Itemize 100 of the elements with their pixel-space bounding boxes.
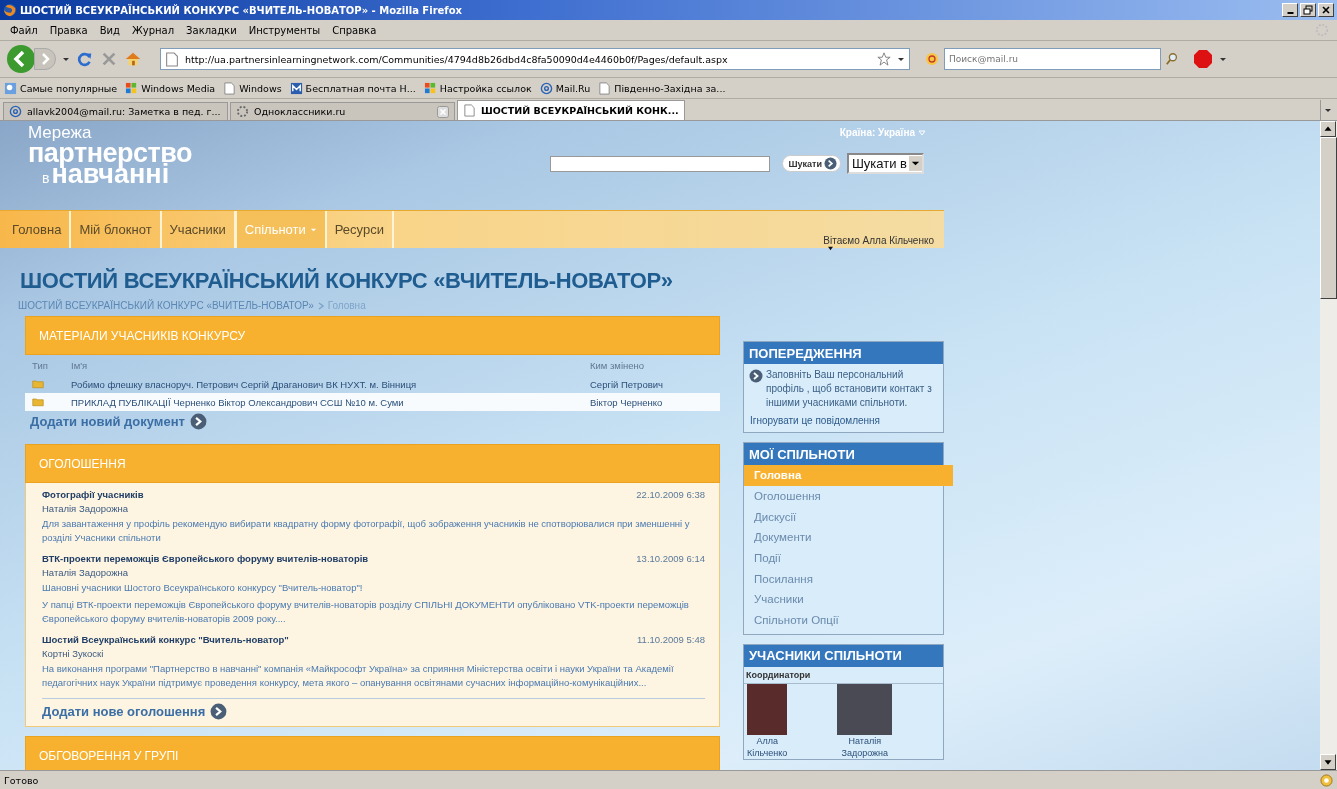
section-header: ОГОЛОШЕННЯ <box>25 444 720 483</box>
section-header: ОБГОВОРЕННЯ У ГРУПІ <box>25 736 720 770</box>
search-scope-dropdown[interactable]: Шукати в <box>846 153 924 174</box>
announcement-title[interactable]: Фотографії учасників <box>42 489 144 500</box>
announcement-author: Кортні Зукоскі <box>42 648 105 659</box>
restore-icon <box>1302 5 1314 15</box>
modified-by[interactable]: Віктор Черненко <box>590 396 720 408</box>
announcement-text: Шановні учасники Шостого Всеукраїнського конкурсу "Вчитель-новатор"! <box>42 581 364 595</box>
announcement-author: Наталія Задорожна <box>42 503 130 514</box>
search-button[interactable]: Шукати <box>782 155 841 172</box>
section-header: МАТЕРІАЛИ УЧАСНИКІВ КОНКУРСУ <box>25 316 720 355</box>
members-section-label: Координатори <box>744 666 943 684</box>
dropdown-arrow-icon[interactable] <box>827 246 835 251</box>
ignore-message-link[interactable]: Ігнорувати це повідомлення <box>750 415 881 426</box>
menu-item[interactable]: Вид <box>93 24 126 36</box>
arrow-circle-icon <box>749 369 763 383</box>
loading-icon <box>236 105 249 118</box>
bookmark-link[interactable]: Windows Media <box>141 82 216 94</box>
forward-button[interactable] <box>34 48 56 70</box>
search-field[interactable]: Поиск@mail.ru <box>944 48 1161 70</box>
announcement-title[interactable]: Шостий Всеукраїнський конкурс "Вчитель-новатор" <box>42 634 289 645</box>
restore-button[interactable] <box>1300 3 1316 17</box>
menu-item[interactable]: Справка <box>326 24 383 36</box>
windows-flag-icon <box>423 81 437 95</box>
browser-tab[interactable]: ШОСТИЙ ВСЕУКРАЇНСЬКИЙ КОНК... <box>457 100 685 120</box>
menu-item[interactable]: Закладки <box>180 24 243 36</box>
search-engine-icon[interactable] <box>924 51 940 67</box>
menu-item[interactable]: Журнал <box>126 24 181 36</box>
menu-item[interactable]: Правка <box>43 24 94 36</box>
announcement-date: 11.10.2009 5:48 <box>637 634 705 645</box>
search-icon[interactable] <box>1165 52 1179 66</box>
panel-header: МОЇ СПІЛЬНОТИ <box>744 443 943 465</box>
add-announcement-link[interactable]: Додати нове оголошення <box>42 698 705 720</box>
arrow-circle-icon <box>210 703 228 720</box>
dropdown-arrow-icon[interactable] <box>62 55 70 63</box>
windows-flag-icon <box>125 81 139 95</box>
panel-header: УЧАСНИКИ СПІЛЬНОТИ <box>744 644 943 667</box>
window-title: ШОСТИЙ ВСЕУКРАЇНСЬКИЙ КОНКУРС «ВЧИТЕЛЬ-НОВАТОР» - Mozilla Firefox <box>20 4 464 16</box>
browser-tab[interactable]: Одноклассники.ru <box>230 102 455 120</box>
warning-text: Заповніть Ваш персональний профіль , щоб встановити контакт з іншими учасниками спільноти. <box>766 368 933 410</box>
close-tab-icon[interactable] <box>437 105 449 118</box>
bookmark-link[interactable]: Південно-Західна за... <box>614 82 726 94</box>
arrow-circle-icon <box>823 157 837 170</box>
document-row[interactable]: ПРИКЛАД ПУБЛІКАЦІЇ Черненко Віктор Олександрович ССШ №10 м. Суми Віктор Черненко <box>25 393 720 411</box>
member-name[interactable]: Алла Кільченко <box>747 734 788 759</box>
nav-tab[interactable]: Мій блокнот <box>71 211 162 248</box>
panel-header: ПОПЕРЕДЖЕННЯ <box>744 342 943 364</box>
photo-placeholder[interactable] <box>837 683 893 735</box>
menu-item[interactable]: Инструменты <box>242 24 327 36</box>
browser-logo-icon <box>3 3 17 17</box>
minimize-button[interactable] <box>1282 3 1298 17</box>
bookmark-link[interactable]: Самые популярные <box>20 82 118 94</box>
arrow-circle-icon <box>189 413 207 430</box>
reload-icon[interactable] <box>76 50 94 68</box>
photo-placeholder[interactable] <box>747 683 788 735</box>
mail-letter-icon <box>289 81 303 95</box>
browser-tab[interactable]: allavk2004@mail.ru: Заметка в пед. г... <box>3 102 228 120</box>
star-icon[interactable] <box>877 52 891 66</box>
announcement-author: Наталія Задорожна <box>42 567 130 578</box>
close-icon <box>1320 5 1332 15</box>
chevron-icon <box>317 301 324 310</box>
document-row[interactable]: Робимо флешку власноруч. Петрович Сергій Драганович ВК НУХТ. м. Вінниця Сергій Петрович <box>25 375 720 393</box>
site-search-field[interactable] <box>550 155 771 172</box>
announcement-date: 13.10.2009 6:14 <box>636 553 705 564</box>
folder-icon <box>32 379 44 389</box>
announcement-text: У папці ВТК-проекти переможців Європейського форуму вчителів-новаторів розділу СПІЛЬНІ ДОКУМЕНТИ опубліковано VTK-проекти переможців Європейського форуму вчителів-новаторів 2009 року.... <box>42 598 690 626</box>
announcement-text: Для завантаження у профіль рекомендую вибирати квадратну форму фотографії, щоб зображення учасників не спотворювалися при зменшенні у розділі Учасники спільноти <box>42 517 691 545</box>
modified-by[interactable]: Сергій Петрович <box>590 378 720 390</box>
nav-tab[interactable]: Головна <box>4 211 72 248</box>
page-icon <box>463 104 476 117</box>
dropdown-arrow-icon[interactable] <box>1219 55 1227 63</box>
document-name[interactable]: ПРИКЛАД ПУБЛІКАЦІЇ Черненко Віктор Олександрович ССШ №10 м. Суми <box>71 396 590 408</box>
dropdown-arrow-icon[interactable] <box>897 55 905 63</box>
page-icon <box>598 81 612 95</box>
bookmark-link[interactable]: Windows <box>239 82 282 94</box>
member-name[interactable]: Наталія Задорожна <box>841 734 889 759</box>
scroll-down-arrow-icon[interactable] <box>1320 754 1336 770</box>
announcement-text: На виконання програми "Партнерство в навчанні" компанія «Майкрософт Україна» за сприяння Міністерства освіти і науки України та Академії педагогічних наук України підтримує проведення конкурсу, мета якого – опанування освітянами сучасних інформаційно-комунікаційних... <box>42 662 675 690</box>
user-greeting[interactable]: Вітаємо Алла Кільченко <box>823 235 934 246</box>
bookmark-link[interactable]: Mail.Ru <box>555 82 591 94</box>
menu-item[interactable]: Файл <box>4 24 44 36</box>
close-button[interactable] <box>1318 3 1334 17</box>
status-icon <box>1320 773 1333 787</box>
search-page-icon <box>4 81 17 95</box>
page-icon <box>223 81 237 95</box>
home-icon[interactable] <box>124 50 142 68</box>
page-icon <box>165 51 179 67</box>
loading-indicator-icon <box>1315 23 1329 37</box>
status-text: Готово <box>4 774 39 786</box>
stop-sign-icon[interactable] <box>1193 49 1213 69</box>
bookmark-link[interactable]: Настройка ссылок <box>439 82 532 94</box>
document-name[interactable]: Робимо флешку власноруч. Петрович Сергій Драганович ВК НУХТ. м. Вінниця <box>71 378 590 390</box>
scroll-up-arrow-icon[interactable] <box>1320 121 1336 137</box>
back-button[interactable] <box>6 44 36 74</box>
nav-tab[interactable]: Ресурси <box>326 211 394 248</box>
scrollbar-thumb[interactable] <box>1320 137 1337 299</box>
announcement-date: 22.10.2009 6:38 <box>636 489 705 500</box>
bookmark-link[interactable]: Бесплатная почта Н... <box>305 82 416 94</box>
announcement-title[interactable]: ВТК-проекти переможців Європейського форуму вчителів-новаторів <box>42 553 369 564</box>
folder-icon <box>32 397 44 407</box>
